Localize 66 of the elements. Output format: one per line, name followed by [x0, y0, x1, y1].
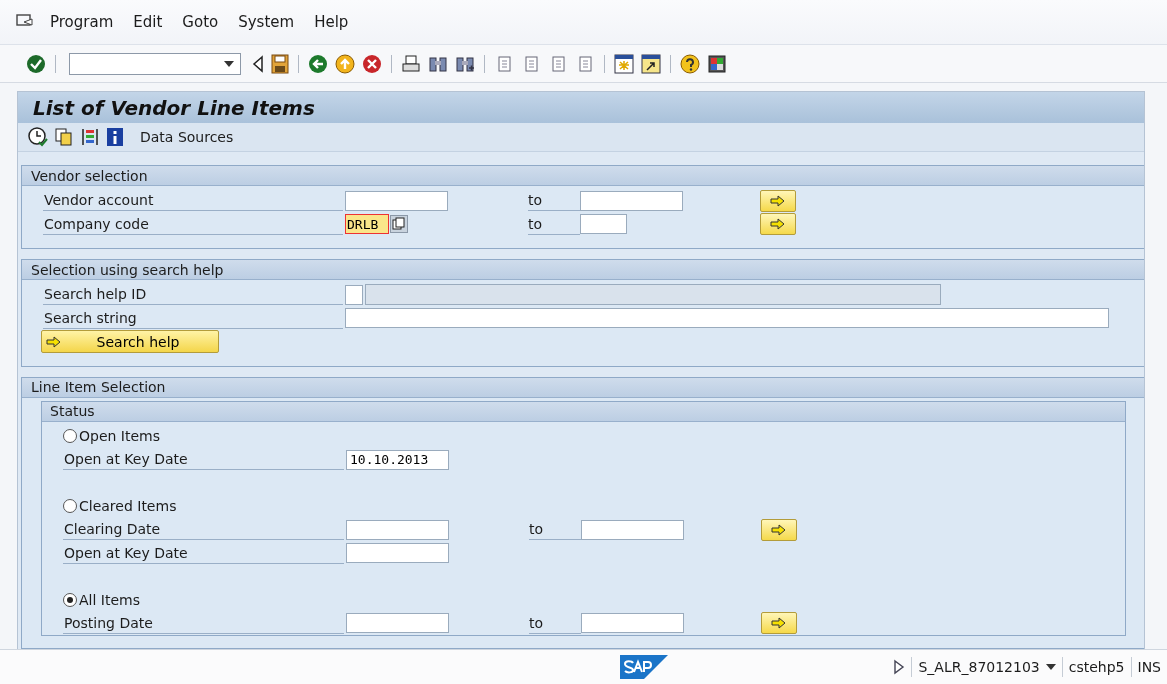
cancel-icon[interactable] [362, 53, 382, 74]
shortcut-icon[interactable] [641, 53, 661, 74]
input-field[interactable] [346, 519, 449, 540]
menu-item[interactable]: Edit [133, 13, 163, 31]
field-label: Company code [43, 213, 343, 235]
dropdown-caret-icon[interactable] [1045, 664, 1056, 670]
clock-check-icon[interactable] [28, 127, 48, 148]
new-session-icon[interactable] [614, 53, 634, 74]
expand-triangle-icon[interactable] [893, 659, 906, 675]
group-title: Status [50, 403, 95, 419]
radio-button[interactable]: Cleared Items [63, 498, 177, 515]
copy-variant-icon[interactable] [54, 127, 74, 148]
copy-icon[interactable] [390, 215, 408, 234]
dropdown-caret-icon[interactable] [224, 60, 234, 67]
info-icon[interactable] [106, 127, 124, 148]
menu-item[interactable]: System [238, 13, 295, 31]
field-label: Clearing Date [63, 519, 344, 541]
menu-item[interactable]: Goto [182, 13, 219, 31]
input-field[interactable] [580, 190, 683, 211]
data-sources-button[interactable]: Data Sources [138, 127, 236, 148]
radio-button[interactable]: All Items [63, 591, 140, 608]
field-label: Posting Date [63, 612, 344, 634]
print-icon[interactable] [401, 53, 421, 74]
help-icon[interactable] [680, 53, 700, 74]
arrow-right-icon [770, 194, 786, 207]
input-field[interactable] [345, 190, 448, 211]
command-field[interactable] [69, 52, 241, 75]
screen-title: List of Vendor Line Items [33, 95, 315, 120]
input-field[interactable] [581, 519, 684, 540]
input-field[interactable] [581, 613, 684, 634]
multiple-selection-button[interactable] [760, 213, 796, 236]
multiple-selection-button[interactable] [760, 189, 796, 212]
multiple-selection-button[interactable] [761, 518, 797, 541]
arrow-right-icon [771, 523, 787, 536]
field-label: Open at Key Date [63, 449, 344, 471]
transaction-code: S_ALR_87012103 [918, 659, 1040, 675]
server-name: cstehp5 [1068, 659, 1125, 675]
radio-button[interactable]: Open Items [63, 428, 160, 445]
input-field[interactable] [345, 284, 363, 305]
color-bars-icon[interactable] [80, 127, 100, 148]
multiple-selection-button[interactable] [761, 612, 797, 635]
section-title: Vendor selection [31, 167, 148, 184]
section-title: Line Item Selection [31, 379, 166, 395]
input-field[interactable] [580, 214, 627, 235]
arrow-right-icon [771, 617, 787, 630]
menu-item[interactable]: Program [50, 13, 114, 31]
search-help-button[interactable]: Search help [41, 330, 219, 354]
input-field[interactable] [345, 308, 1109, 329]
arrow-right-icon [770, 218, 786, 231]
sap-logo [620, 655, 668, 679]
triangle-left-icon[interactable] [252, 54, 264, 73]
section-title: Selection using search help [31, 261, 224, 278]
save-icon[interactable] [271, 53, 289, 74]
field-label: Search help ID [43, 284, 343, 306]
menu-item[interactable]: Help [314, 13, 349, 31]
insert-mode: INS [1137, 659, 1161, 675]
date-field[interactable] [346, 543, 449, 564]
layout-icon[interactable] [707, 53, 727, 74]
field-label: Search string [43, 307, 343, 329]
field-label: Open at Key Date [63, 542, 344, 564]
arrow-right-icon [46, 335, 62, 348]
enter-check-icon[interactable] [26, 53, 46, 74]
date-field[interactable]: 10.10.2013 [346, 449, 449, 470]
input-field[interactable] [346, 613, 449, 634]
input-field[interactable]: DRLB [345, 214, 389, 235]
field-label: Vendor account [43, 190, 343, 212]
